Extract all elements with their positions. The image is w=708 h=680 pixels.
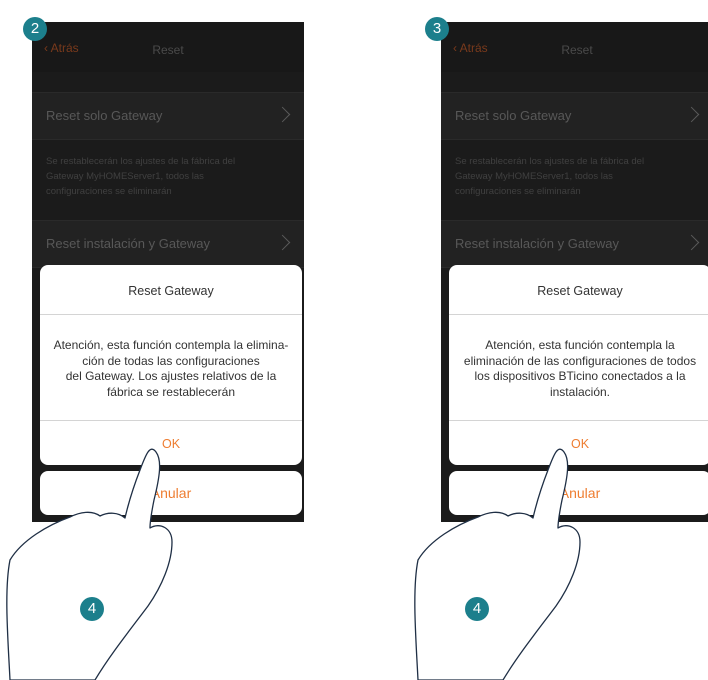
hand-tap-icon — [6, 448, 581, 680]
step-badge: 3 — [425, 17, 449, 41]
step-badge: 2 — [23, 17, 47, 41]
step-badge: 4 — [465, 597, 489, 621]
step-badge: 4 — [80, 597, 104, 621]
